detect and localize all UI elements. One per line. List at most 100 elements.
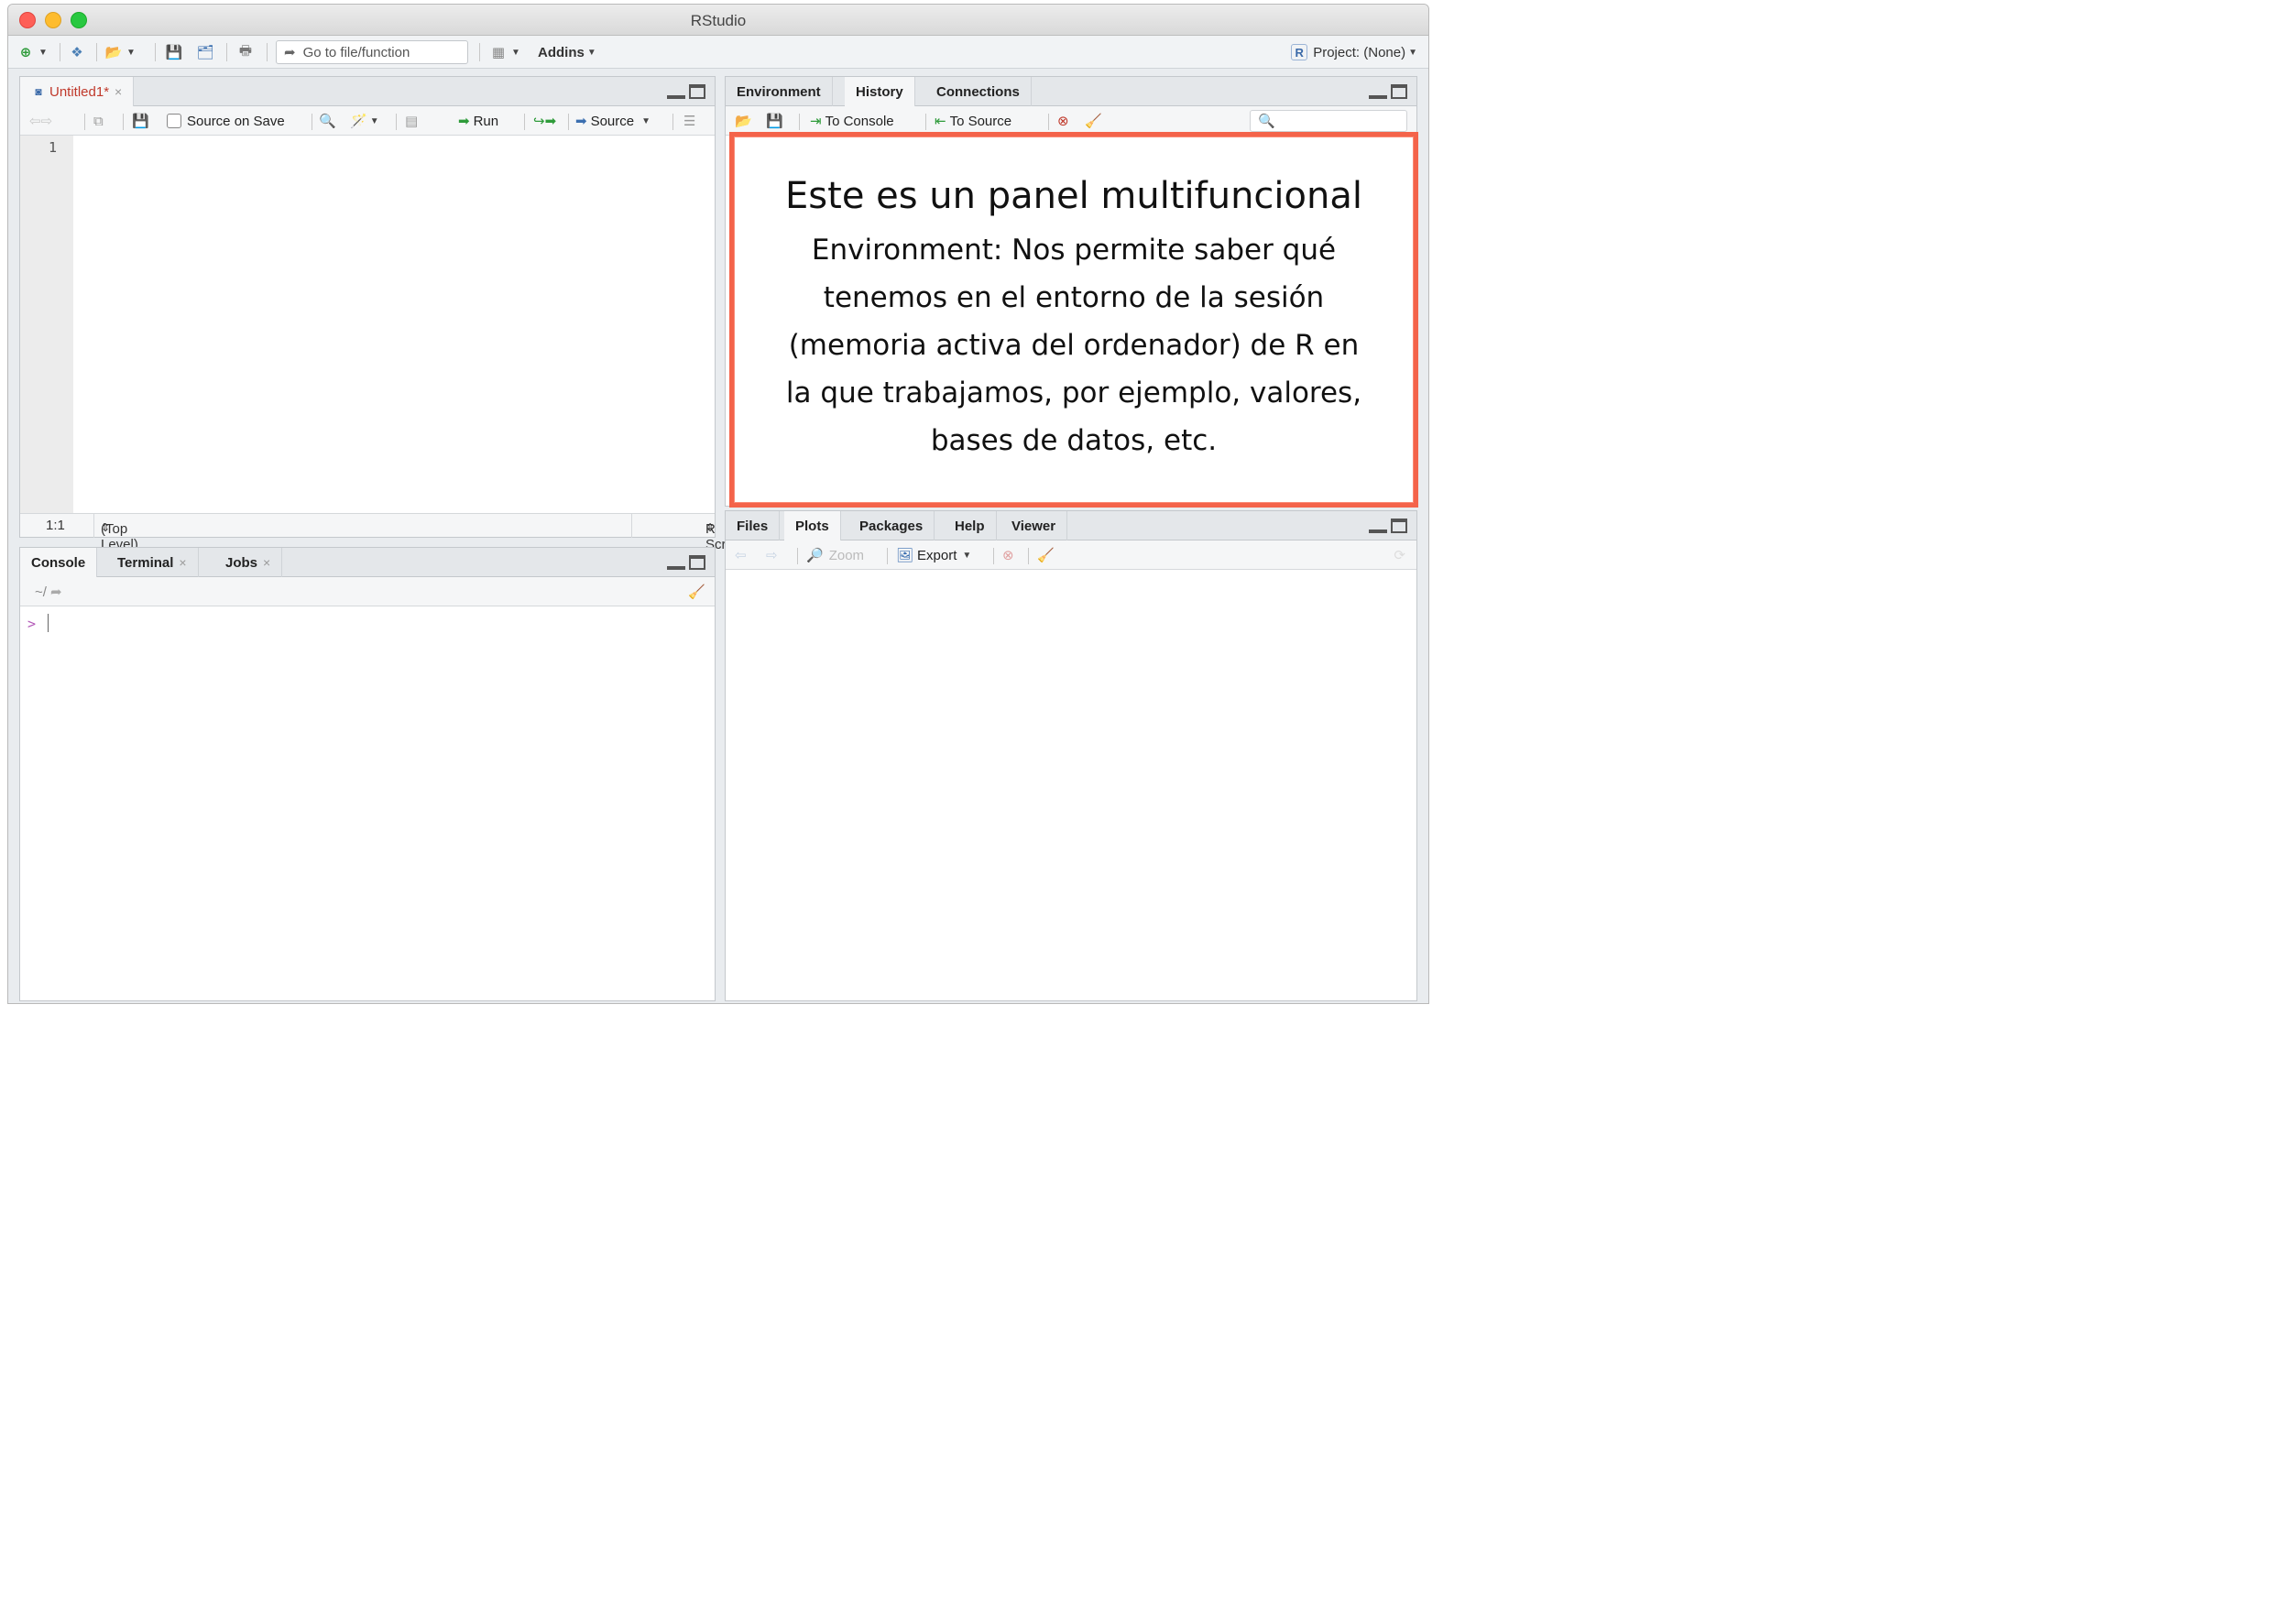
save-icon: 💾 — [165, 45, 183, 60]
outline-button[interactable]: ☰ — [683, 110, 695, 132]
tab-jobs[interactable]: Jobs × — [214, 548, 283, 577]
source-tab-label: Untitled1* — [49, 83, 110, 100]
tab-help[interactable]: Help — [944, 511, 997, 540]
new-project-button[interactable]: ❖ — [67, 41, 87, 63]
code-editor[interactable] — [73, 136, 715, 513]
rerun-icon: ↪➡ — [533, 114, 557, 129]
back-arrow-icon: ⇦ — [735, 548, 747, 563]
show-in-window-icon: ⧉ — [93, 113, 104, 129]
code-tools-button[interactable]: 🪄 ▼ — [350, 110, 379, 132]
annotation-box: Este es un panel multifuncional Environm… — [729, 132, 1418, 508]
tab-untitled1[interactable]: ◙ Untitled1* × — [20, 77, 135, 106]
clear-history-button[interactable]: 🧹 — [1085, 110, 1102, 132]
close-tab-icon[interactable]: × — [179, 555, 186, 570]
tab-history[interactable]: History — [845, 77, 915, 106]
goto-file-input[interactable]: ➦ Go to file/function — [276, 40, 468, 64]
chevron-down-icon: ▼ — [38, 47, 48, 58]
source-toolbar: ⇦ ⇨ ⧉ 💾 Source on Save 🔍 🪄 ▼ ▤ ➡ Run ↪➡ ➡ — [20, 106, 715, 136]
maximize-pane-icon[interactable] — [689, 555, 705, 570]
search-icon: 🔍 — [1258, 114, 1275, 129]
close-tab-icon[interactable]: × — [115, 84, 122, 99]
nav-back-forward[interactable]: ⇦ ⇨ — [29, 110, 52, 132]
source-button[interactable]: ➡ Source ▼ — [575, 110, 651, 132]
new-file-button[interactable]: ⊕ ▼ — [16, 41, 48, 63]
run-arrow-icon: ➡ — [458, 114, 470, 129]
pane-minmax[interactable] — [1369, 519, 1407, 533]
addins-button[interactable]: Addins ▼ — [538, 41, 596, 63]
pane-minmax[interactable] — [667, 555, 705, 570]
source-arrow-icon: ➡ — [575, 114, 587, 129]
console-input-area[interactable] — [20, 606, 715, 1000]
show-in-window-button[interactable]: ⧉ — [93, 110, 104, 132]
magic-wand-icon: 🪄 — [350, 114, 367, 129]
maximize-pane-icon[interactable] — [689, 84, 705, 99]
to-source-button[interactable]: ⇤ To Source — [935, 110, 1011, 132]
refresh-plot-button[interactable]: ⟳ — [1394, 544, 1405, 566]
new-file-icon: ⊕ — [19, 45, 32, 60]
tab-packages[interactable]: Packages — [848, 511, 935, 540]
goto-arrow-icon: ➦ — [284, 45, 296, 60]
minimize-pane-icon[interactable] — [667, 84, 685, 99]
pane-layout-button[interactable]: ▦ ▼ — [488, 41, 520, 63]
goto-dir-icon[interactable]: ➦ — [50, 584, 62, 600]
zoom-button[interactable]: 🔎 Zoom — [806, 544, 864, 566]
find-replace-button[interactable]: 🔍 — [319, 110, 336, 132]
tab-files[interactable]: Files — [726, 511, 781, 540]
cursor-position: 1:1 — [46, 518, 65, 533]
save-all-button[interactable]: 🗂 — [195, 41, 215, 63]
rerun-button[interactable]: ↪➡ — [533, 110, 556, 132]
addins-label: Addins — [538, 44, 585, 60]
source-tabbar: ◙ Untitled1* × — [20, 77, 715, 106]
plot-forward-button[interactable]: ⇨ — [766, 544, 778, 566]
minimize-pane-icon[interactable] — [1369, 84, 1387, 99]
project-label: Project: (None) — [1313, 44, 1406, 60]
chevron-down-icon: ▼ — [962, 550, 972, 561]
tab-label: Help — [955, 518, 985, 534]
to-console-button[interactable]: ⇥ To Console — [810, 110, 894, 132]
forward-arrow-icon[interactable]: ⇨ — [41, 113, 53, 129]
tab-label: Environment — [737, 83, 821, 100]
tab-label: Terminal — [117, 554, 174, 571]
minimize-pane-icon[interactable] — [667, 555, 685, 570]
load-history-button[interactable]: 📂 — [735, 110, 752, 132]
print-button[interactable]: 🖶 — [235, 41, 256, 63]
history-search-input[interactable]: 🔍 — [1250, 110, 1407, 132]
clear-console-button[interactable]: 🧹 — [688, 581, 705, 603]
checkbox-icon[interactable] — [167, 114, 181, 128]
save-source-button[interactable]: 💾 — [132, 110, 149, 132]
tab-console[interactable]: Console — [20, 548, 98, 577]
tab-label: Files — [737, 518, 769, 534]
export-button[interactable]: 🖼 Export ▼ — [896, 544, 971, 566]
remove-plot-button[interactable]: ⊗ — [1002, 544, 1014, 566]
minimize-pane-icon[interactable] — [1369, 519, 1387, 533]
plots-toolbar: ⇦ ⇨ 🔎 Zoom 🖼 Export ▼ ⊗ 🧹 ⟳ — [726, 540, 1416, 570]
annotation-heading: Este es un panel multifuncional — [785, 175, 1362, 217]
up-down-icon: ⇕ — [101, 521, 111, 534]
run-button[interactable]: ➡ Run — [458, 110, 498, 132]
tab-plots[interactable]: Plots — [784, 511, 841, 540]
tab-label: Jobs — [225, 554, 258, 571]
compile-report-button[interactable]: ▤ — [405, 110, 418, 132]
remove-entries-button[interactable]: ⊗ — [1057, 110, 1069, 132]
main-toolbar: ⊕ ▼ ❖ 📂 ▼ 💾 🗂 🖶 ➦ Go to file/function ▦ ▼ — [8, 36, 1428, 69]
maximize-pane-icon[interactable] — [1391, 84, 1407, 99]
annotation-line: bases de datos, etc. — [930, 424, 1218, 457]
tab-connections[interactable]: Connections — [925, 77, 1032, 106]
project-menu-button[interactable]: R Project: (None) ▼ — [1291, 41, 1417, 63]
source-on-save-checkbox[interactable]: Source on Save — [167, 110, 285, 132]
save-history-button[interactable]: 💾 — [766, 110, 783, 132]
clear-plots-button[interactable]: 🧹 — [1037, 544, 1055, 566]
tab-terminal[interactable]: Terminal × — [106, 548, 199, 577]
source-pane: ◙ Untitled1* × ⇦ ⇨ ⧉ 💾 Source on Save 🔍 🪄… — [19, 76, 740, 552]
save-button[interactable]: 💾 — [164, 41, 184, 63]
tab-environment[interactable]: Environment — [726, 77, 833, 106]
open-file-button[interactable]: 📂 ▼ — [104, 41, 136, 63]
pane-minmax[interactable] — [667, 84, 705, 99]
back-arrow-icon[interactable]: ⇦ — [29, 113, 41, 129]
maximize-pane-icon[interactable] — [1391, 519, 1407, 533]
chevron-down-icon: ▼ — [586, 47, 596, 58]
plot-back-button[interactable]: ⇦ — [735, 544, 747, 566]
pane-minmax[interactable] — [1369, 84, 1407, 99]
close-tab-icon[interactable]: × — [263, 555, 270, 570]
tab-viewer[interactable]: Viewer — [1000, 511, 1068, 540]
